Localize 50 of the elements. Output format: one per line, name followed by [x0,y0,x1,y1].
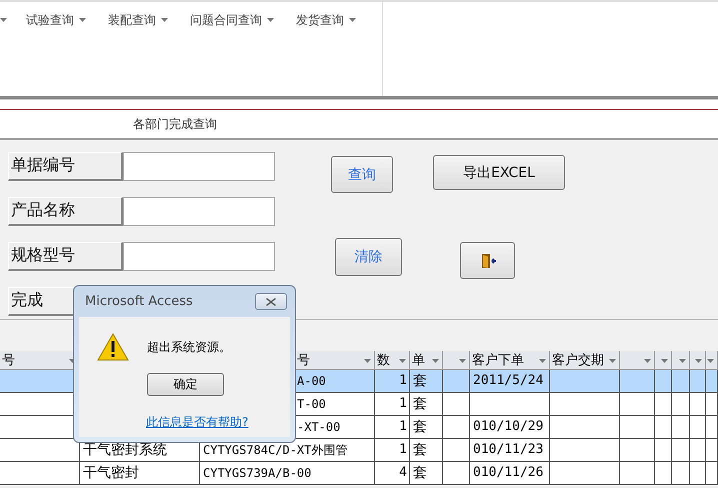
field-label: 产品名称 [8,197,123,226]
dialog-title: Microsoft Access [84,294,193,309]
dropdown-caret-icon[interactable] [267,18,274,22]
table-cell [655,462,672,485]
dialog-message: 超出系统资源。 [147,338,231,356]
ribbon-menu[interactable]: 发货查询 [296,12,344,28]
exit-button[interactable] [460,242,515,279]
form-title: 各部门完成查询 [133,116,217,132]
table-cell [706,462,718,485]
table-cell: 套 [410,462,443,485]
input-field[interactable] [123,197,275,226]
close-icon [266,298,276,306]
dropdown-caret-icon[interactable] [349,18,356,22]
table-cell [620,462,655,485]
dropdown-caret-icon[interactable] [364,359,371,363]
form-button[interactable]: 查询 [331,156,393,193]
table-cell: CYTYGS739A/B-00 [200,462,375,485]
table-row[interactable]: 干气密封 CYTYGS739A/B-00 4 套 010/11/26 [0,462,718,485]
form-button[interactable]: 导出EXCEL [433,155,565,190]
table-row[interactable]: 干气密封系统 CYTYGS784C/D-XT外围管 1 套 010/11/23 [0,439,718,462]
table-cell: 010/11/26 [470,462,550,485]
warning-icon [97,333,129,361]
close-button[interactable] [255,293,287,310]
table-cell: 4 [375,462,410,485]
table-cell: 干气密封 [80,462,200,485]
dropdown-caret-icon[interactable] [609,359,616,363]
ribbon-menu[interactable]: 试验查询 [26,12,74,28]
input-field[interactable] [123,242,275,271]
table-cell [550,462,620,485]
dropdown-caret-icon[interactable] [459,359,466,363]
ok-button[interactable]: 确定 [147,373,224,396]
field-label: 单据编号 [8,152,123,181]
table-cell [672,462,690,485]
table-cell [690,462,706,485]
dropdown-caret-icon[interactable] [661,359,668,363]
dropdown-caret-icon[interactable] [679,359,686,363]
dropdown-caret-icon[interactable] [644,359,651,363]
ribbon-menu[interactable]: 装配查询 [108,12,156,28]
input-field[interactable] [123,152,275,181]
dropdown-caret-icon[interactable] [539,359,546,363]
table-cell [443,462,470,485]
ribbon-menu[interactable]: 问题合同查询 [190,12,262,28]
door-exit-icon [480,252,496,268]
dropdown-caret-icon[interactable] [161,18,168,22]
field-label: 规格型号 [8,242,123,271]
form-button[interactable]: 清除 [335,238,402,276]
dropdown-caret-icon[interactable] [79,18,86,22]
dropdown-caret-icon[interactable] [432,359,439,363]
dropdown-caret-icon[interactable] [399,359,406,363]
dropdown-caret-icon[interactable] [0,18,7,22]
